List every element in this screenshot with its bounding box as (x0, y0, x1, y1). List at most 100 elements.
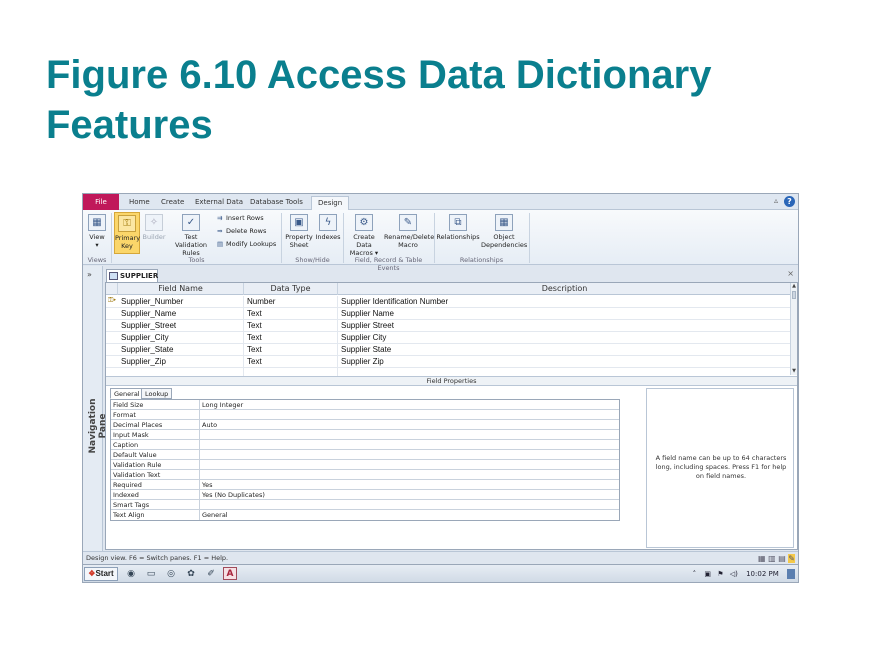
ribbon-tabs: File Home Create External Data Database … (83, 194, 798, 210)
help-icon[interactable]: ? (784, 196, 795, 207)
status-bar: Design view. F6 = Switch panes. F1 = Hel… (83, 551, 798, 564)
field-grid-header: Field Name Data Type Description (106, 283, 792, 295)
builder-button[interactable]: ✧ Builder (142, 214, 166, 241)
close-document-icon[interactable]: × (787, 269, 794, 278)
expand-nav-icon[interactable]: » (87, 270, 92, 279)
primary-key-indicator-icon: ⚿▸ (108, 297, 117, 304)
property-row[interactable]: Indexed Yes (No Duplicates) (111, 490, 619, 500)
row-selector-header (106, 283, 118, 295)
tab-create[interactable]: Create (155, 196, 190, 210)
delete-rows-icon: ⇛ (217, 227, 223, 235)
group-separator (343, 213, 344, 263)
create-data-macros-button[interactable]: ⚙ Create Data Macros ▾ (345, 214, 383, 257)
property-row[interactable]: Required Yes (111, 480, 619, 490)
property-row[interactable]: Text Align General (111, 510, 619, 520)
show-hidden-icons-icon[interactable]: ˄ (693, 570, 697, 578)
property-row[interactable]: Default Value (111, 450, 619, 460)
table-row[interactable]: ⚿▸ Supplier_Number Number Supplier Ident… (106, 296, 792, 308)
view-button[interactable]: ▦ View ▾ (85, 214, 109, 249)
datasheet-view-icon[interactable]: ▦ (758, 554, 766, 563)
property-row[interactable]: Format (111, 410, 619, 420)
table-row[interactable]: Supplier_Name Text Supplier Name (106, 308, 792, 320)
tab-home[interactable]: Home (123, 196, 156, 210)
volume-icon[interactable]: ◁) (730, 570, 738, 578)
delete-rows-button[interactable]: ⇛ Delete Rows (217, 227, 266, 236)
ribbon: ▦ View ▾ Views ⚿ Primary Key ✧ Builder ✓… (83, 210, 798, 272)
table-row[interactable]: Supplier_Street Text Supplier Street (106, 320, 792, 332)
group-separator (434, 213, 435, 263)
navigation-pane[interactable]: » Navigation Pane (83, 266, 108, 551)
property-row[interactable]: Decimal Places Auto (111, 420, 619, 430)
tab-general[interactable]: General (110, 388, 144, 399)
column-header-field-name: Field Name (118, 283, 244, 295)
object-dependencies-button[interactable]: ▦ Object Dependencies (481, 214, 527, 249)
property-row[interactable]: Smart Tags (111, 500, 619, 510)
slide-title: Figure 6.10 Access Data Dictionary Featu… (46, 53, 712, 147)
macro-icon: ⚙ (355, 214, 373, 231)
group-tools-label: Tools (188, 256, 205, 264)
relationships-icon: ⧉ (449, 214, 467, 231)
key-icon: ⚿ (118, 215, 136, 232)
primary-key-button[interactable]: ⚿ Primary Key (114, 212, 140, 254)
media-player-icon[interactable]: ◎ (165, 568, 177, 580)
status-text: Design view. F6 = Switch panes. F1 = Hel… (86, 554, 229, 562)
indexes-button[interactable]: ϟ Indexes (315, 214, 341, 241)
property-sheet-button[interactable]: ▣ Property Sheet (284, 214, 314, 249)
field-properties-panel: General Lookup Field Size Long Integer Fo… (110, 388, 620, 548)
tab-design[interactable]: Design (311, 196, 350, 210)
minimize-ribbon-icon[interactable]: ▵ (774, 196, 778, 205)
folder-icon[interactable]: ▭ (145, 568, 157, 580)
modify-lookups-button[interactable]: ▤ Modify Lookups (217, 240, 276, 249)
table-row[interactable]: Supplier_City Text Supplier City (106, 332, 792, 344)
property-row[interactable]: Validation Rule (111, 460, 619, 470)
edit-app-icon[interactable]: ✐ (205, 568, 217, 580)
relationships-button[interactable]: ⧉ Relationships (436, 214, 480, 241)
column-header-data-type: Data Type (244, 283, 338, 295)
show-desktop-icon[interactable] (787, 569, 795, 579)
pivottable-view-icon[interactable]: ▥ (768, 554, 776, 563)
network-icon[interactable]: ▣ (704, 570, 711, 578)
scroll-down-icon[interactable]: ▼ (791, 368, 797, 375)
clock[interactable]: 10:02 PM (746, 570, 779, 578)
dependencies-icon: ▦ (495, 214, 513, 231)
scroll-up-icon[interactable]: ▲ (791, 283, 797, 290)
property-row[interactable]: Input Mask (111, 430, 619, 440)
start-button[interactable]: ❖Start (84, 567, 118, 581)
browser-icon[interactable]: ◉ (125, 568, 137, 580)
property-table: Field Size Long Integer Format Decimal Pl… (110, 399, 620, 521)
scroll-thumb[interactable] (792, 291, 796, 299)
property-help-text: A field name can be up to 64 characters … (655, 454, 787, 480)
group-showhide-label: Show/Hide (295, 256, 330, 264)
tab-lookup[interactable]: Lookup (141, 388, 173, 399)
pivotchart-view-icon[interactable]: ▤ (778, 554, 786, 563)
property-row[interactable]: Field Size Long Integer (111, 400, 619, 410)
insert-rows-button[interactable]: ⇉ Insert Rows (217, 214, 264, 223)
document-tab-supplier[interactable]: SUPPLIER (106, 269, 158, 282)
tab-external-data[interactable]: External Data (189, 196, 249, 210)
view-switcher: ▦ ▥ ▤ ✎ (758, 554, 795, 563)
rename-delete-macro-button[interactable]: ✎ Rename/Delete Macro (384, 214, 434, 249)
tab-database-tools[interactable]: Database Tools (244, 196, 309, 210)
group-separator (281, 213, 282, 263)
access-app-icon[interactable]: A (223, 567, 237, 580)
group-relationships-label: Relationships (459, 256, 504, 264)
table-icon (109, 272, 118, 280)
access-window: File Home Create External Data Database … (82, 193, 799, 583)
design-view-icon[interactable]: ✎ (788, 554, 795, 563)
grid-scrollbar[interactable]: ▲ ▼ (790, 283, 797, 375)
property-row[interactable]: Caption (111, 440, 619, 450)
group-events-label: Field, Record & Table Events (354, 256, 423, 272)
property-row[interactable]: Validation Text (111, 470, 619, 480)
app-icon[interactable]: ✿ (185, 568, 197, 580)
action-center-icon[interactable]: ⚑ (717, 570, 723, 578)
lookup-icon: ▤ (217, 240, 224, 248)
lightning-icon: ϟ (319, 214, 337, 231)
table-row[interactable]: Supplier_State Text Supplier State (106, 344, 792, 356)
group-separator (529, 213, 530, 263)
table-row[interactable]: Supplier_Zip Text Supplier Zip (106, 356, 792, 368)
property-sheet-icon: ▣ (290, 214, 308, 231)
test-validation-rules-button[interactable]: ✓ Test Validation Rules (168, 214, 214, 257)
tab-file[interactable]: File (83, 194, 119, 210)
check-icon: ✓ (182, 214, 200, 231)
table-design-view: Field Name Data Type Description ⚿▸ Supp… (105, 282, 798, 550)
